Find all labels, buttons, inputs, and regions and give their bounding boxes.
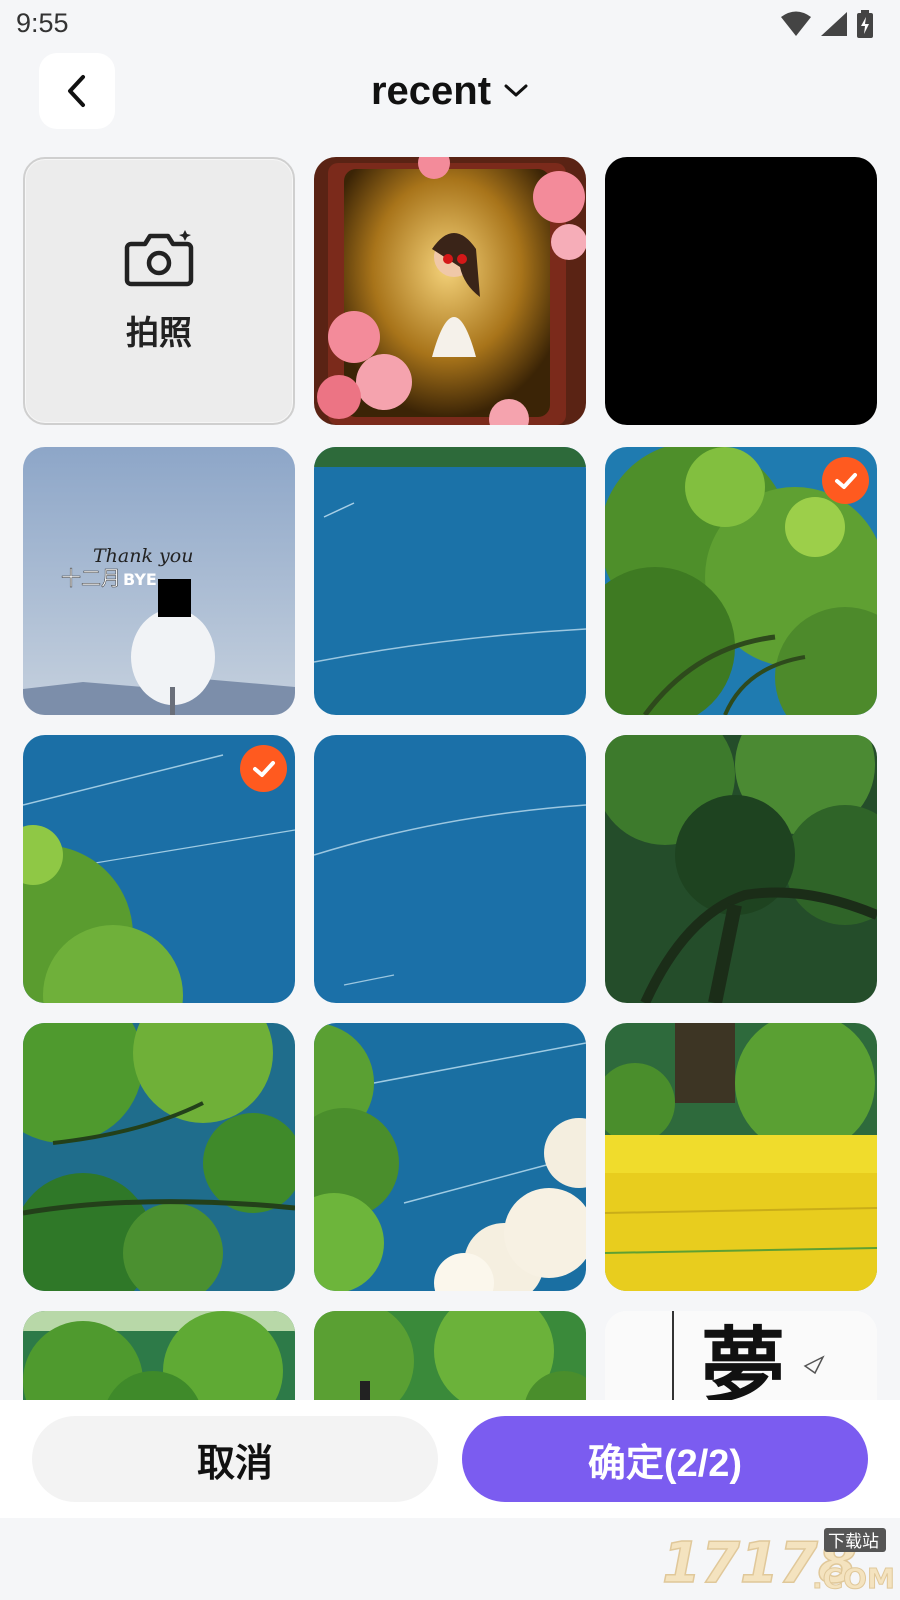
- camera-icon: [124, 230, 194, 287]
- selected-check-icon[interactable]: [822, 457, 869, 504]
- photo-grid: 拍照 Thank you 十二月 BYE 夢: [0, 157, 900, 1400]
- photo-black[interactable]: [605, 157, 877, 425]
- watermark-logo: 17178 下载站 .COM: [661, 1524, 895, 1597]
- status-time: 9:55: [16, 8, 69, 38]
- photo-calligraphy-image: 夢: [605, 1311, 877, 1400]
- photo-green-figure-image: [314, 1311, 586, 1400]
- photo-blue-sky[interactable]: [314, 447, 586, 715]
- photo-blue-sky-image: [314, 447, 586, 715]
- photo-tree-top[interactable]: [605, 447, 877, 715]
- photo-sky-clouds[interactable]: [314, 1023, 586, 1291]
- camera-label: 拍照: [126, 314, 192, 351]
- photo-yellow-field[interactable]: [605, 1023, 877, 1291]
- photo-portrait-frame-image: [314, 157, 586, 425]
- photo-thank-you-text[interactable]: Thank you 十二月 BYE: [23, 447, 295, 715]
- december-text: 十二月: [61, 566, 121, 590]
- photo-dark-tree[interactable]: [605, 735, 877, 1003]
- battery-charging-icon: [857, 10, 873, 38]
- photo-green-hills[interactable]: [23, 1311, 295, 1400]
- photo-blue-sky-2-image: [314, 735, 586, 1003]
- chevron-down-icon: [504, 84, 528, 97]
- selected-check-icon[interactable]: [240, 745, 287, 792]
- status-icons: [780, 8, 874, 40]
- photo-thank-you-image: Thank you 十二月 BYE: [23, 447, 295, 715]
- photo-portrait-frame[interactable]: [314, 157, 586, 425]
- bottom-action-bar: 取消 确定(2/2): [0, 1400, 900, 1518]
- bye-text: BYE: [123, 570, 157, 589]
- watermark-sub: 下载站: [828, 1532, 879, 1552]
- watermark-suffix: .COM: [812, 1562, 894, 1594]
- photo-tree-branches[interactable]: [23, 1023, 295, 1291]
- camera-tile[interactable]: 拍照: [23, 157, 295, 425]
- confirm-button[interactable]: 确定(2/2): [462, 1416, 868, 1502]
- album-selector[interactable]: recent: [0, 50, 900, 132]
- photo-calligraphy[interactable]: 夢: [605, 1311, 877, 1400]
- status-bar: 9:55: [0, 0, 900, 48]
- photo-yellow-field-image: [605, 1023, 877, 1291]
- page-title: recent: [370, 68, 492, 113]
- wifi-icon: [781, 11, 811, 36]
- photo-blue-sky-2[interactable]: [314, 735, 586, 1003]
- photo-dark-tree-image: [605, 735, 877, 1003]
- thank-you-text: Thank you: [93, 545, 193, 567]
- signal-icon: [821, 12, 847, 36]
- photo-green-hills-image: [23, 1311, 295, 1400]
- photo-sky-tree-corner[interactable]: [23, 735, 295, 1003]
- header: recent: [0, 50, 900, 132]
- photo-sky-clouds-image: [314, 1023, 586, 1291]
- photo-green-figure[interactable]: [314, 1311, 586, 1400]
- cancel-button[interactable]: 取消: [32, 1416, 438, 1502]
- photo-tree-branches-image: [23, 1023, 295, 1291]
- calligraphy-text: 夢: [701, 1317, 785, 1400]
